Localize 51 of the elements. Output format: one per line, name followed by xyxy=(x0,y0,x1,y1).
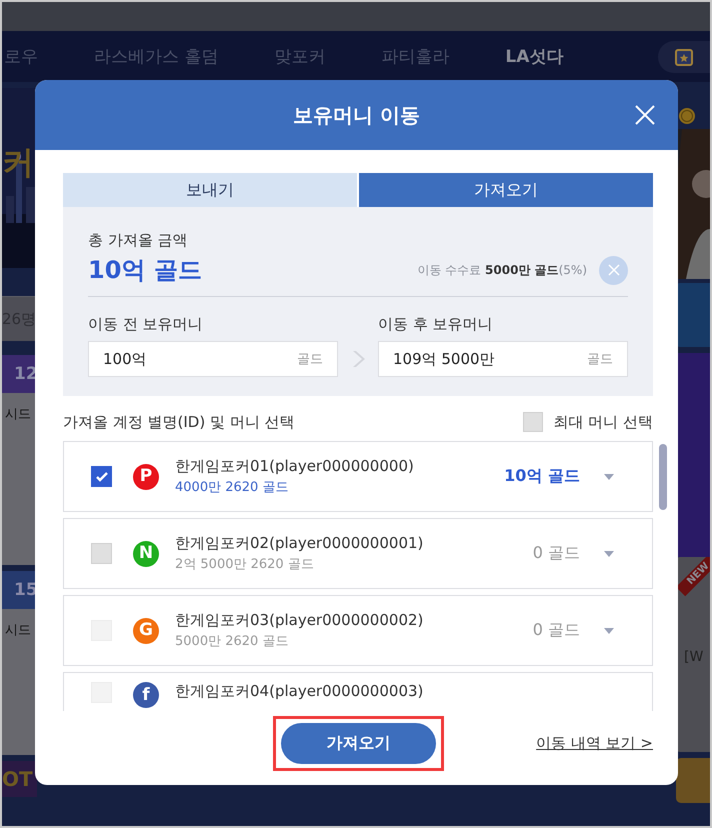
account-name: 한게임포커04(player0000000003) xyxy=(175,682,424,701)
nav-tab[interactable]: LA섯다 xyxy=(477,45,592,68)
room-card[interactable]: 시드 xyxy=(2,609,37,755)
chevron-icon xyxy=(351,350,365,368)
calendar-icon xyxy=(674,46,694,66)
menu-card[interactable] xyxy=(676,283,710,347)
fee-text: 이동 수수료 5000만 골드(5%) xyxy=(417,262,587,278)
account-name: 한게임포커01(player000000000) xyxy=(175,457,414,476)
total-amount: 10억 골드 xyxy=(88,255,202,286)
account-name: 한게임포커02(player0000000001) xyxy=(175,534,424,553)
room-label: 시드 xyxy=(5,623,31,638)
list-label: 가져올 계정 별명(ID) 및 머니 선택 xyxy=(63,412,295,432)
account-logo-icon: P xyxy=(133,464,159,490)
account-name: 한게임포커03(player0000000002) xyxy=(175,611,424,630)
account-balance: 4000만 2620 골드 xyxy=(175,479,290,496)
banner-title: 커 xyxy=(2,146,34,178)
close-icon xyxy=(608,264,620,276)
amount-dropdown[interactable]: 0 골드 xyxy=(532,543,614,564)
tab[interactable]: 보내기 xyxy=(63,173,357,207)
account-balance: 2억 5000만 2620 골드 xyxy=(175,556,315,573)
money-field[interactable]: 109억 5000만 골드 xyxy=(378,341,628,377)
scrollbar[interactable] xyxy=(659,444,667,510)
caret-icon xyxy=(604,628,614,634)
account-logo-icon: G xyxy=(133,618,159,644)
promo-card[interactable] xyxy=(676,353,710,557)
checkbox-label: 최대 머니 선택 xyxy=(553,412,653,432)
account-logo-icon: f xyxy=(133,682,159,708)
account-row[interactable]: N 한게임포커02(player0000000001) 2억 5000만 2620 골드 0 골드 xyxy=(63,518,653,589)
lobby-button[interactable] xyxy=(676,758,710,803)
caret-icon xyxy=(604,550,614,556)
history-link[interactable]: 이동 내역 보기 > xyxy=(536,734,653,752)
room-label: 시드 xyxy=(5,407,31,422)
total-label: 총 가져올 금액 xyxy=(88,231,189,250)
jackpot-banner: OT xyxy=(2,761,37,797)
account-logo-icon: N xyxy=(133,540,159,566)
coin-icon xyxy=(678,107,696,125)
tab[interactable]: 가져오기 xyxy=(359,173,653,207)
field-label: 이동 전 보유머니 xyxy=(88,315,204,334)
close-icon xyxy=(634,104,656,126)
money-field[interactable]: 100억 골드 xyxy=(88,341,338,377)
field-label: 이동 후 보유머니 xyxy=(378,315,494,334)
calendar-button[interactable] xyxy=(658,40,710,72)
submit-button[interactable]: 가져오기 xyxy=(281,722,436,764)
amount-dropdown[interactable]: 10억 골드 xyxy=(504,466,614,487)
caret-icon xyxy=(604,474,614,480)
close-button[interactable] xyxy=(634,104,656,126)
account-balance: 5000만 2620 골드 xyxy=(175,633,290,650)
account-row[interactable]: P 한게임포커01(player000000000) 4000만 2620 골드 10억 골드 xyxy=(63,441,653,512)
room-card[interactable]: 시드 xyxy=(2,393,37,565)
dialog-title: 보유머니 이동 xyxy=(293,102,420,128)
checkbox[interactable] xyxy=(91,466,112,487)
